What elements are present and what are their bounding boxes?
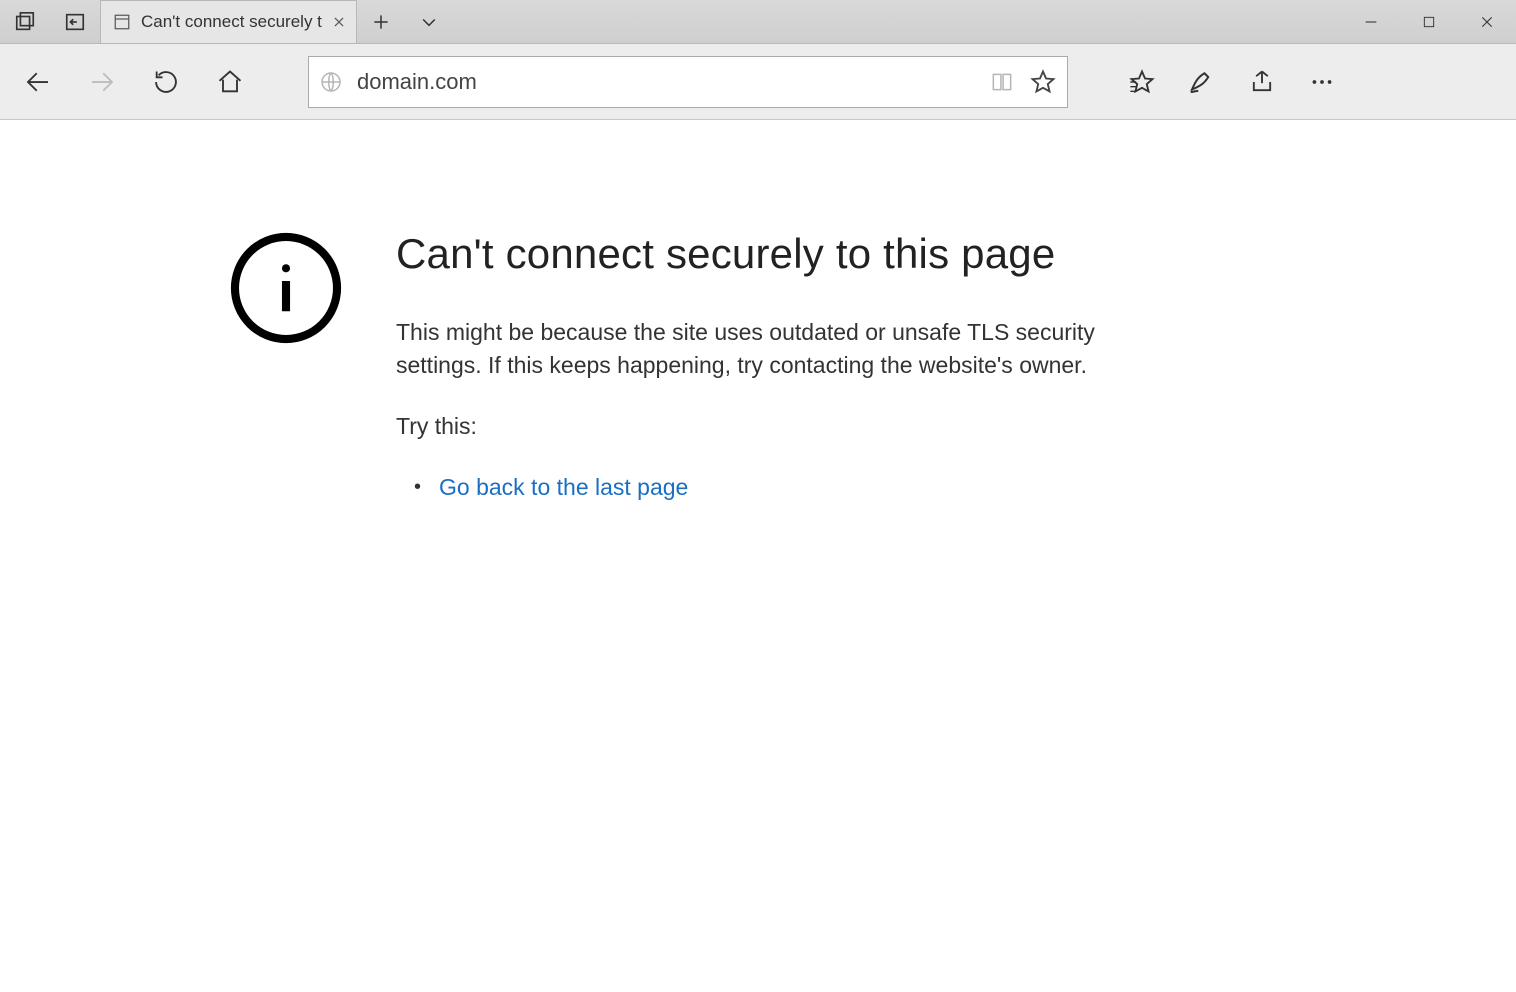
titlebar: Can't connect securely t: [0, 0, 1516, 44]
refresh-button[interactable]: [136, 54, 196, 110]
tabs-overview-button[interactable]: [0, 0, 50, 43]
tab-actions-button[interactable]: [405, 0, 453, 43]
tab-close-button[interactable]: [332, 15, 346, 29]
close-window-button[interactable]: [1458, 0, 1516, 43]
minimize-window-button[interactable]: [1342, 0, 1400, 43]
forward-button[interactable]: [72, 54, 132, 110]
url-input[interactable]: [357, 69, 975, 95]
favorites-hub-icon[interactable]: [1112, 54, 1172, 110]
browser-tab[interactable]: Can't connect securely t: [100, 0, 357, 43]
info-icon: [228, 230, 344, 351]
page-icon: [113, 13, 131, 31]
address-bar[interactable]: [308, 56, 1068, 108]
share-icon[interactable]: [1232, 54, 1292, 110]
set-aside-tabs-button[interactable]: [50, 0, 100, 43]
favorite-star-icon[interactable]: [1029, 68, 1057, 96]
try-this-label: Try this:: [396, 413, 1176, 440]
error-description: This might be because the site uses outd…: [396, 316, 1176, 383]
error-heading: Can't connect securely to this page: [396, 230, 1176, 278]
more-menu-icon[interactable]: [1292, 54, 1352, 110]
error-page: Can't connect securely to this page This…: [0, 120, 1516, 501]
tab-title: Can't connect securely t: [141, 12, 322, 32]
back-button[interactable]: [8, 54, 68, 110]
new-tab-button[interactable]: [357, 0, 405, 43]
home-button[interactable]: [200, 54, 260, 110]
maximize-window-button[interactable]: [1400, 0, 1458, 43]
titlebar-drag-area[interactable]: [453, 0, 1342, 43]
go-back-link[interactable]: Go back to the last page: [439, 474, 688, 500]
globe-icon: [319, 70, 343, 94]
toolbar: [0, 44, 1516, 120]
notes-icon[interactable]: [1172, 54, 1232, 110]
reading-view-icon[interactable]: [989, 69, 1015, 95]
